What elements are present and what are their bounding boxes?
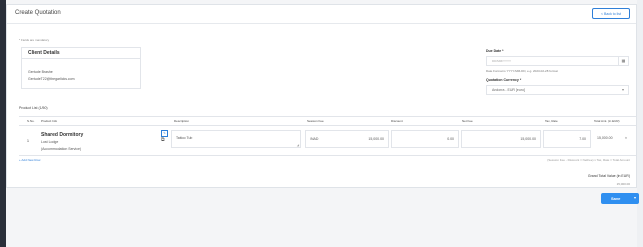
client-name: Gertude Brashe	[28, 70, 53, 74]
product-table: S.No. Product Info Description Session F…	[19, 116, 636, 156]
currency-value: Andorra - EUR [euro]	[492, 88, 525, 92]
back-to-list-button[interactable]: < Back to list	[592, 8, 630, 19]
discount-field[interactable]: 0.00	[391, 130, 459, 148]
description-field[interactable]: Tattoo Tub ◢	[171, 130, 301, 148]
col-discount: Discount	[391, 119, 403, 123]
save-button[interactable]: Save ▾	[601, 193, 639, 204]
total-cell: 15,000.00 ×	[593, 130, 631, 148]
session-fee-value: 15,000.00	[368, 137, 384, 141]
chevron-down-icon: ▾	[621, 87, 624, 92]
mandatory-note: * Fields are mandatory	[19, 38, 50, 42]
total-value: 15,000.00	[597, 136, 613, 140]
description-text: Tattoo Tub	[176, 136, 193, 140]
due-date-hint: Date Format is YYYY-MM-DD, e.g. 2023-02-…	[486, 69, 558, 73]
due-date-input[interactable]: DD/MM/YYYY	[492, 59, 511, 63]
table-row: 1 Shared Dormitory Lost Lodge (Accommoda…	[19, 126, 636, 156]
card-header: Create Quotation < Back to list	[7, 5, 636, 24]
due-date-field[interactable]: DD/MM/YYYY ▦	[486, 56, 629, 66]
net-fee-value: 15,000.00	[520, 137, 536, 141]
client-email: GertudeT22@thegarlicks.com	[28, 77, 75, 81]
resize-handle-icon[interactable]: ◢	[297, 143, 299, 147]
calendar-icon[interactable]: ▦	[618, 57, 628, 65]
col-session-fee: Session Fee	[307, 119, 324, 123]
grand-total-value: 15,000.00	[616, 182, 630, 186]
discount-value: 0.00	[447, 137, 454, 141]
tax-rate-field[interactable]: 7.00	[543, 130, 591, 148]
row-sno: 1	[27, 139, 29, 143]
formula-note: (Session Fee - Discount = NetFee) x Tax,…	[547, 158, 630, 162]
product-name: Shared Dormitory	[41, 132, 84, 138]
due-date-label: Due Date *	[486, 49, 504, 53]
session-fee-field[interactable]: /NAD 15,000.00	[305, 130, 389, 148]
grand-total-label: Grand Total Value (in EUR)	[587, 174, 630, 178]
col-net-fee: Net Fee	[462, 119, 473, 123]
client-details-box: Client Details Gertude Brashe GertudeT22…	[21, 47, 141, 89]
col-sno: S.No.	[27, 119, 35, 123]
page-title: Create Quotation	[15, 10, 61, 16]
col-product-info: Product Info	[41, 119, 58, 123]
currency-select[interactable]: Andorra - EUR [euro] ▾	[486, 85, 629, 95]
product-location: Lost Lodge	[41, 140, 59, 144]
net-fee-field[interactable]: 15,000.00	[461, 130, 541, 148]
product-type: (Accommodation Service)	[41, 147, 82, 151]
tax-rate-value: 7.00	[579, 137, 586, 141]
client-details-title: Client Details	[22, 48, 140, 59]
chevron-down-icon[interactable]: ▾	[634, 195, 636, 200]
add-new-row-link[interactable]: + Add New Row	[19, 158, 40, 162]
quotation-card: Create Quotation < Back to list * Fields…	[6, 4, 637, 188]
currency-label: Quotation Currency *	[486, 78, 522, 82]
col-total: Total Amt. (in EUR)	[594, 119, 620, 123]
footer-area	[6, 188, 637, 247]
save-label: Save	[611, 196, 621, 201]
col-description: Description	[174, 119, 190, 123]
edit-icon[interactable]: ✎	[161, 130, 168, 137]
copy-icon[interactable]: ⧉	[161, 137, 165, 143]
page-content: Create Quotation < Back to list * Fields…	[6, 0, 639, 247]
product-list-label: Product List (1/50)	[19, 106, 48, 110]
close-icon[interactable]: ×	[625, 136, 627, 140]
session-unit: /NAD	[310, 137, 319, 141]
table-header: S.No. Product Info Description Session F…	[19, 116, 636, 126]
col-tax-rate: Tax, Rate	[545, 119, 558, 123]
